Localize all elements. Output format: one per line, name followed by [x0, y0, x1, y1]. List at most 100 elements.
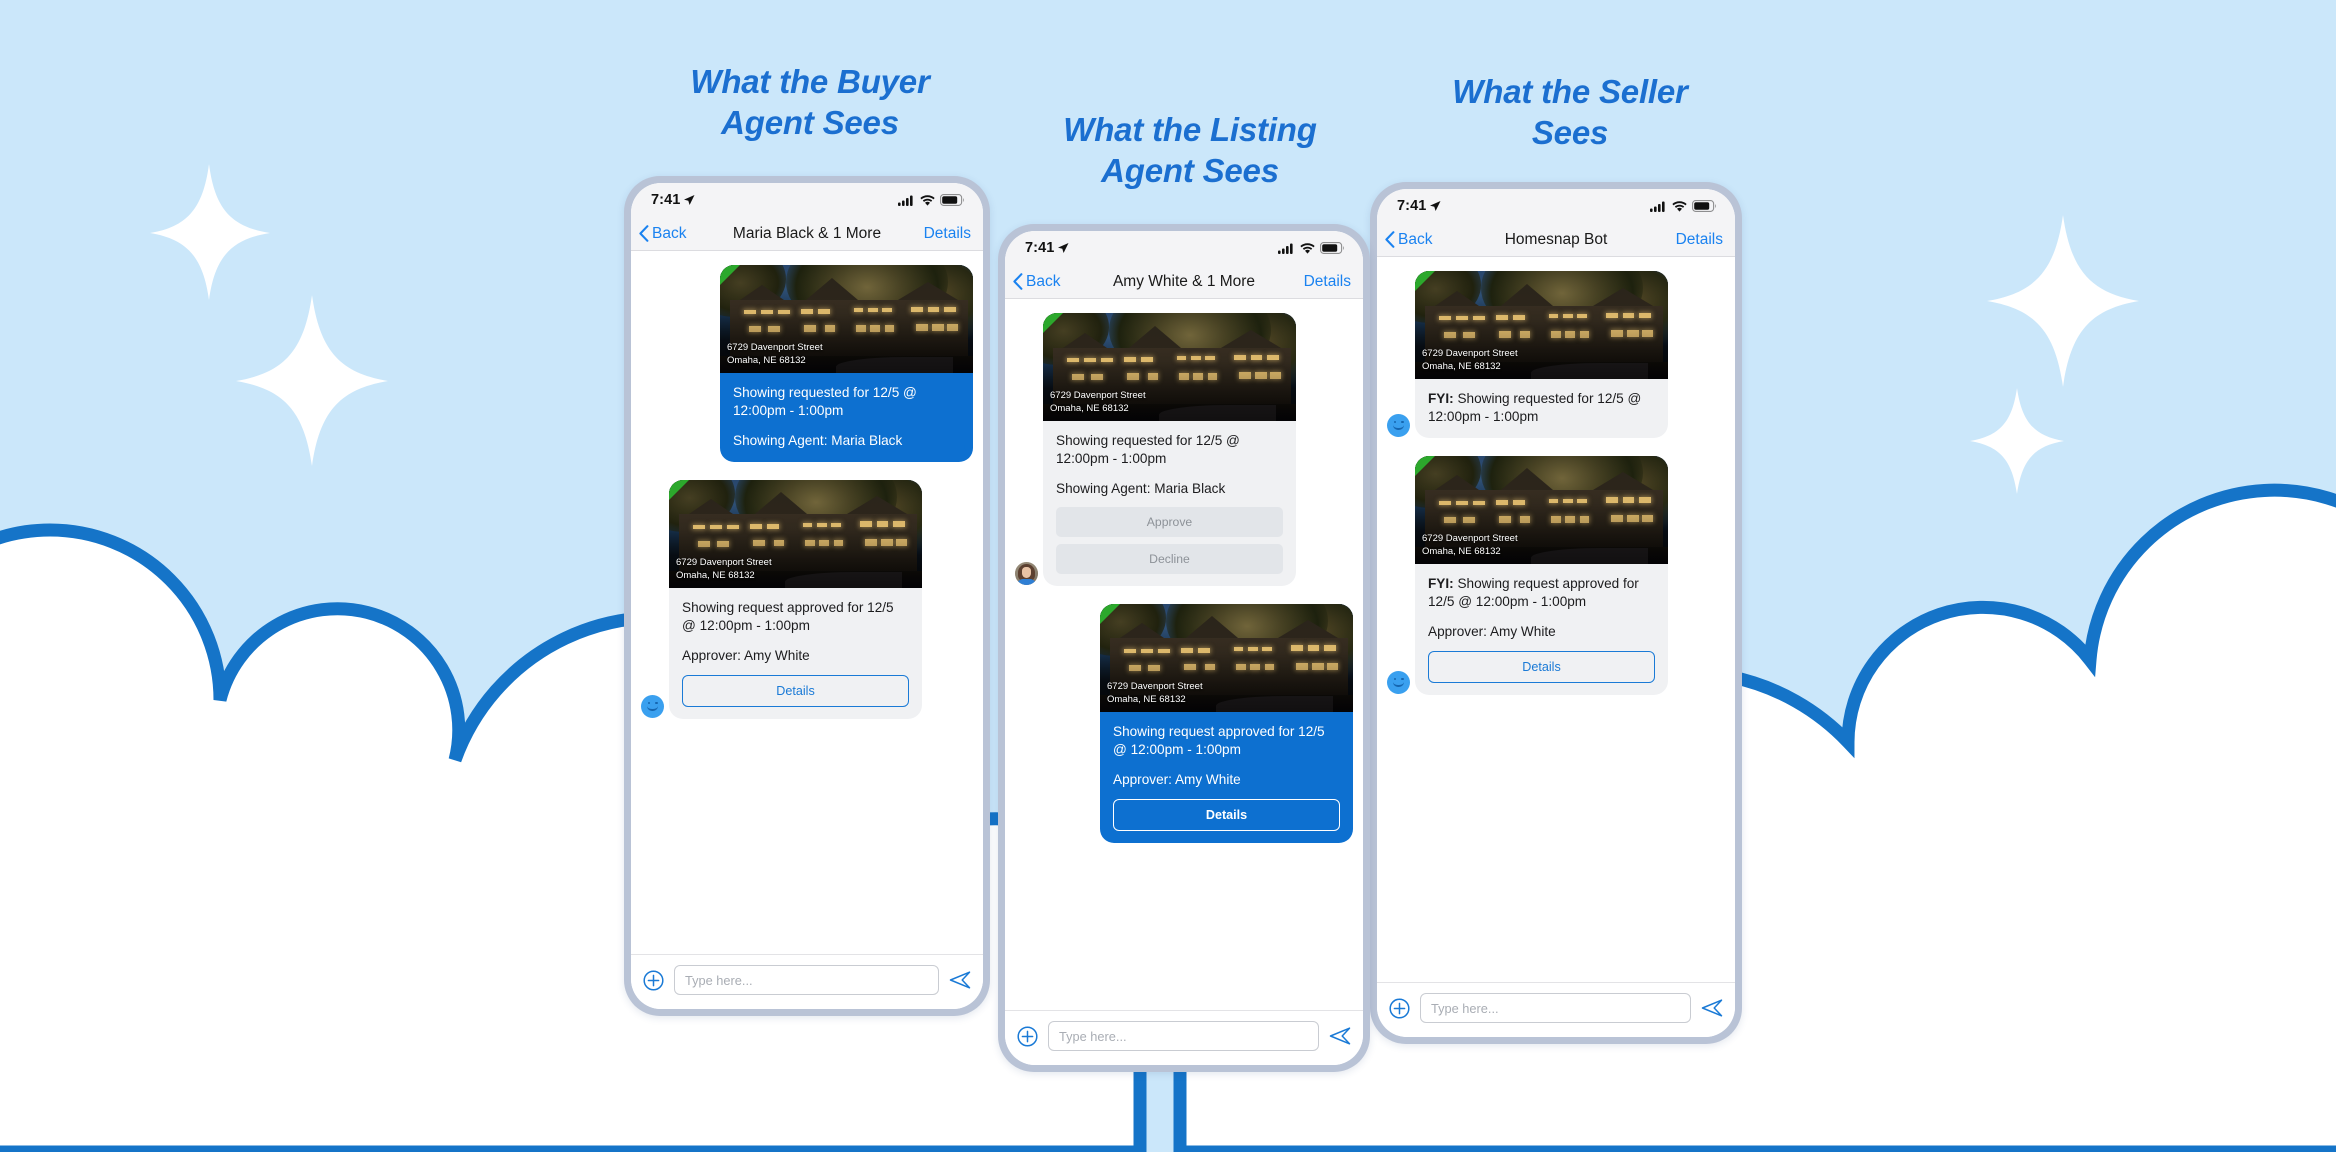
attachment-button[interactable]: [643, 969, 664, 991]
message-body: FYI: Showing request approved for 12/5 @…: [1415, 564, 1668, 695]
cellular-bars-icon: [1278, 243, 1293, 254]
message-row: 6729 Davenport Street Omaha, NE 68132 Sh…: [1015, 313, 1353, 586]
navigation-bar: Back Maria Black & 1 More Details: [631, 217, 983, 251]
property-address-line1: 6729 Davenport Street: [1422, 533, 1518, 545]
message-row: 6729 Davenport Street Omaha, NE 68132 Sh…: [641, 265, 973, 462]
avatar-photo: [1015, 561, 1038, 585]
property-address-line1: 6729 Davenport Street: [1050, 390, 1146, 402]
location-arrow-icon: [684, 195, 695, 205]
phone-listing-agent: 7:41 Back Amy White & 1 More Details 672…: [998, 224, 1370, 1072]
plus-circle-icon[interactable]: [643, 969, 664, 991]
send-paper-plane-icon[interactable]: [1701, 998, 1723, 1018]
status-corner-flag: [669, 479, 689, 500]
back-label: Back: [1398, 230, 1433, 248]
status-icons: [1278, 242, 1345, 254]
status-bar: 7:41: [631, 183, 983, 217]
back-button[interactable]: Back: [1013, 273, 1060, 291]
wifi-icon: [1300, 242, 1315, 254]
send-button[interactable]: [949, 970, 971, 990]
location-arrow-icon: [1430, 201, 1441, 211]
property-address: 6729 Davenport Street Omaha, NE 68132: [676, 557, 772, 583]
decline-button[interactable]: Decline: [1056, 543, 1283, 574]
property-photo[interactable]: 6729 Davenport Street Omaha, NE 68132: [720, 265, 973, 373]
message-bubble[interactable]: 6729 Davenport Street Omaha, NE 68132 FY…: [1415, 455, 1668, 695]
message-body: FYI: Showing requested for 12/5 @ 12:00p…: [1415, 379, 1668, 438]
property-address-line1: 6729 Davenport Street: [727, 342, 823, 354]
phone-screen: 7:41 Back Homesnap Bot Details 6729 Dave…: [1377, 189, 1735, 1037]
battery-icon: [940, 194, 964, 206]
message-bubble[interactable]: 6729 Davenport Street Omaha, NE 68132 Sh…: [1100, 603, 1353, 843]
property-address: 6729 Davenport Street Omaha, NE 68132: [1050, 390, 1146, 416]
attachment-button[interactable]: [1017, 1025, 1038, 1047]
plus-circle-icon[interactable]: [1389, 997, 1410, 1019]
fyi-label: FYI:: [1428, 575, 1454, 591]
details-button[interactable]: Details: [1113, 798, 1340, 831]
property-photo[interactable]: 6729 Davenport Street Omaha, NE 68132: [1415, 271, 1668, 379]
approve-button[interactable]: Approve: [1056, 506, 1283, 537]
message-bubble[interactable]: 6729 Davenport Street Omaha, NE 68132 Sh…: [720, 265, 973, 462]
bubble-tail: [669, 701, 678, 718]
action-button-group: Approve Decline: [1056, 506, 1283, 574]
property-address: 6729 Davenport Street Omaha, NE 68132: [1107, 681, 1203, 707]
nav-details-button[interactable]: Details: [1304, 273, 1351, 291]
details-button[interactable]: Details: [682, 674, 909, 707]
details-button[interactable]: Details: [1428, 650, 1655, 683]
message-input[interactable]: Type here...: [1048, 1021, 1319, 1051]
message-row: 6729 Davenport Street Omaha, NE 68132 FY…: [1387, 271, 1725, 438]
message-bubble[interactable]: 6729 Davenport Street Omaha, NE 68132 FY…: [1415, 271, 1668, 438]
back-label: Back: [1026, 272, 1061, 290]
navigation-bar: Back Homesnap Bot Details: [1377, 223, 1735, 257]
send-paper-plane-icon[interactable]: [1329, 1026, 1351, 1046]
location-arrow-icon: [1058, 243, 1069, 253]
message-line: Showing request approved for 12/5 @ 12:0…: [1113, 723, 1325, 757]
status-corner-flag: [1043, 313, 1063, 333]
property-photo[interactable]: 6729 Davenport Street Omaha, NE 68132: [669, 479, 922, 588]
message-line: FYI: Showing request approved for 12/5 @…: [1428, 575, 1639, 609]
heading-listing-agent: What the Listing Agent Sees: [1063, 111, 1317, 189]
message-input[interactable]: Type here...: [1420, 993, 1691, 1023]
back-button[interactable]: Back: [639, 225, 686, 243]
property-address-line2: Omaha, NE 68132: [727, 355, 806, 367]
send-button[interactable]: [1329, 1026, 1351, 1046]
status-corner-flag: [1415, 271, 1435, 291]
bubble-tail: [1415, 420, 1424, 437]
attachment-button[interactable]: [1389, 997, 1410, 1019]
send-button[interactable]: [1701, 998, 1723, 1018]
back-button[interactable]: Back: [1385, 231, 1432, 249]
property-address-line2: Omaha, NE 68132: [1107, 694, 1186, 705]
property-photo[interactable]: 6729 Davenport Street Omaha, NE 68132: [1100, 603, 1353, 712]
property-address-line1: 6729 Davenport Street: [1107, 681, 1203, 693]
conversation-thread[interactable]: 6729 Davenport Street Omaha, NE 68132 Sh…: [631, 251, 983, 954]
status-corner-flag: [1415, 455, 1435, 476]
send-paper-plane-icon[interactable]: [949, 970, 971, 990]
conversation-thread[interactable]: 6729 Davenport Street Omaha, NE 68132 FY…: [1377, 257, 1735, 982]
message-row: 6729 Davenport Street Omaha, NE 68132 Sh…: [641, 479, 973, 719]
nav-details-button[interactable]: Details: [1676, 231, 1723, 249]
message-line: Approver: Amy White: [1113, 771, 1241, 787]
property-photo[interactable]: 6729 Davenport Street Omaha, NE 68132: [1043, 313, 1296, 421]
message-bubble[interactable]: 6729 Davenport Street Omaha, NE 68132 Sh…: [669, 479, 922, 719]
property-photo[interactable]: 6729 Davenport Street Omaha, NE 68132: [1415, 455, 1668, 564]
property-address-line1: 6729 Davenport Street: [1422, 348, 1518, 360]
chevron-left-icon: [639, 225, 649, 242]
battery-icon: [1320, 242, 1344, 254]
property-address-line2: Omaha, NE 68132: [1422, 546, 1501, 558]
property-address-line2: Omaha, NE 68132: [676, 570, 755, 581]
status-bar: 7:41: [1005, 231, 1363, 265]
message-line: Showing requested for 12/5 @ 12:00pm - 1…: [1056, 433, 1240, 466]
message-row: 6729 Davenport Street Omaha, NE 68132 Sh…: [1015, 603, 1353, 843]
phone-buyer-agent: 7:41 Back Maria Black & 1 More Details 6…: [624, 176, 990, 1016]
back-label: Back: [652, 224, 687, 242]
message-input[interactable]: Type here...: [674, 965, 939, 995]
message-body: Showing request approved for 12/5 @ 12:0…: [669, 588, 922, 719]
conversation-thread[interactable]: 6729 Davenport Street Omaha, NE 68132 Sh…: [1005, 299, 1363, 1010]
nav-details-button[interactable]: Details: [924, 225, 971, 243]
chevron-left-icon: [1385, 231, 1395, 248]
plus-circle-icon[interactable]: [1017, 1025, 1038, 1047]
message-line: Showing request approved for 12/5 @ 12:0…: [682, 599, 894, 633]
bubble-tail: [1415, 677, 1424, 694]
property-address: 6729 Davenport Street Omaha, NE 68132: [1422, 533, 1518, 559]
phone-screen: 7:41 Back Maria Black & 1 More Details 6…: [631, 183, 983, 1009]
status-icons: [1650, 200, 1717, 212]
message-bubble[interactable]: 6729 Davenport Street Omaha, NE 68132 Sh…: [1043, 313, 1296, 586]
